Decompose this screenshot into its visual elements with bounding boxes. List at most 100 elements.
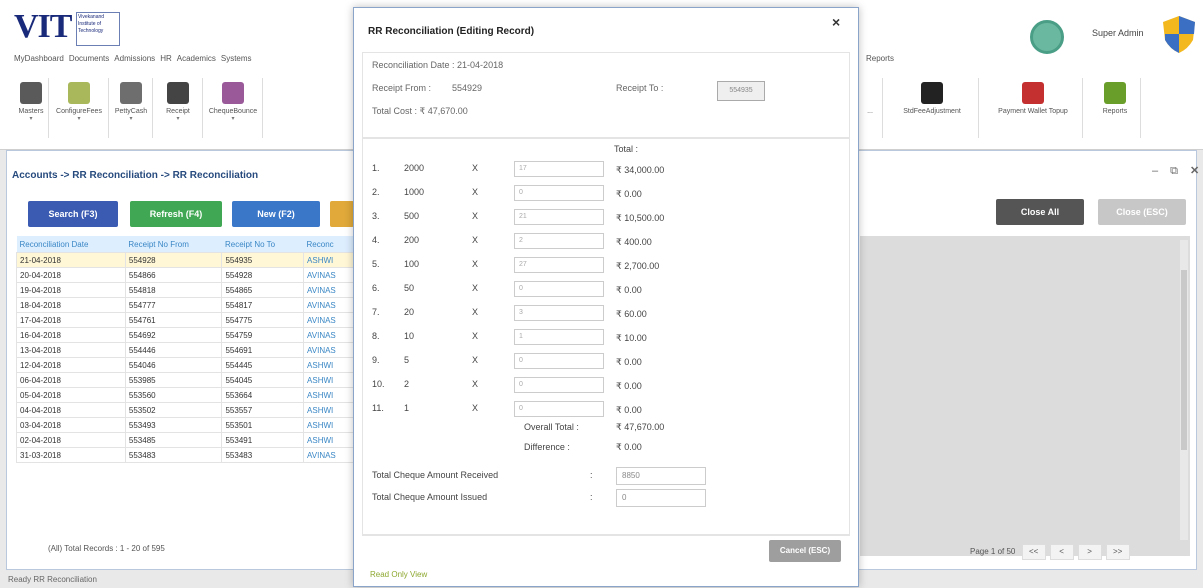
table-cell: AVINAS (303, 267, 356, 283)
ribbon-button[interactable]: ConfigureFees ▾ (50, 78, 109, 138)
close-esc-button[interactable]: Close (ESC) (1098, 199, 1186, 225)
table-row[interactable]: 12-04-2018 554046 554445 ASHWI (16, 357, 356, 373)
user-status-icon[interactable] (1030, 20, 1064, 54)
table-cell: 554759 (221, 327, 305, 343)
menu-item[interactable]: Admissions (114, 54, 155, 63)
first-page-button[interactable]: << (1021, 544, 1046, 560)
table-row[interactable]: 02-04-2018 553485 553491 ASHWI (16, 432, 356, 448)
last-page-button[interactable]: >> (1105, 544, 1130, 560)
cheque-received-label: Total Cheque Amount Received (372, 470, 499, 480)
menu-item-reports[interactable]: Reports (866, 54, 894, 63)
new-button[interactable]: New (F2) (232, 201, 320, 227)
table-cell: ASHWI (303, 402, 356, 418)
table-cell: AVINAS (303, 327, 356, 343)
quantity-field[interactable]: 1 (514, 329, 604, 345)
ribbon-button[interactable]: Payment Wallet Topup (984, 78, 1083, 138)
cheque-received-field[interactable]: 8850 (616, 467, 706, 485)
quantity-field[interactable]: 0 (514, 281, 604, 297)
ribbon-button[interactable]: ... (858, 78, 883, 138)
multiply-sign: X (472, 331, 479, 341)
receipt-from-value: 554929 (452, 83, 483, 93)
ribbon-label: ConfigureFees (56, 108, 102, 115)
search-button[interactable]: Search (F3) (28, 201, 118, 227)
table-cell: 554445 (221, 357, 305, 373)
window-controls: – ⧉ ✕ (1140, 164, 1199, 178)
table-cell: 19-04-2018 (16, 282, 126, 298)
receipt-to-field[interactable]: 554935 (717, 81, 765, 101)
denomination-index: 9. (372, 355, 380, 365)
quantity-field[interactable]: 0 (514, 185, 604, 201)
ribbon-label: Receipt (166, 108, 190, 115)
table-row[interactable]: 19-04-2018 554818 554865 AVINAS (16, 282, 356, 298)
column-header[interactable]: Reconc (303, 236, 356, 253)
masters-icon (20, 82, 42, 104)
menu-item[interactable]: Documents (69, 54, 109, 63)
menu-item[interactable]: MyDashboard (14, 54, 64, 63)
column-header[interactable]: Reconciliation Date (16, 236, 126, 253)
quantity-field[interactable]: 0 (514, 401, 604, 417)
minimize-icon[interactable]: – (1152, 165, 1158, 177)
cheque-issued-field[interactable]: 0 (616, 489, 706, 507)
menu-item[interactable]: HR (160, 54, 172, 63)
cancel-button[interactable]: Cancel (ESC) (769, 540, 841, 562)
read-only-view-link[interactable]: Read Only View (370, 570, 427, 579)
prev-page-button[interactable]: < (1049, 544, 1074, 560)
extra-button[interactable] (330, 201, 354, 227)
multiply-sign: X (472, 187, 479, 197)
receipt-to-label: Receipt To : (616, 83, 664, 93)
total-column-label: Total : (614, 144, 639, 154)
menu-item[interactable]: Academics (177, 54, 216, 63)
close-icon[interactable]: ✕ (1190, 165, 1199, 177)
close-icon[interactable]: × (832, 14, 840, 30)
column-header[interactable]: Receipt No From (125, 236, 222, 253)
refresh-button[interactable]: Refresh (F4) (130, 201, 222, 227)
quantity-field[interactable]: 0 (514, 377, 604, 393)
next-page-button[interactable]: > (1077, 544, 1102, 560)
close-all-button[interactable]: Close All (996, 199, 1084, 225)
table-row[interactable]: 05-04-2018 553560 553664 ASHWI (16, 387, 356, 403)
table-row[interactable]: 06-04-2018 553985 554045 ASHWI (16, 372, 356, 388)
ribbon-button[interactable]: StdFeeAdjustment (886, 78, 979, 138)
chevron-down-icon: ▾ (176, 116, 180, 122)
ribbon-button[interactable]: PettyCash ▾ (110, 78, 153, 138)
denomination-total: ₹ 10.00 (616, 333, 647, 343)
ribbon-button[interactable]: ChequeBounce ▾ (204, 78, 263, 138)
table-row[interactable]: 21-04-2018 554928 554935 ASHWI (16, 252, 356, 268)
menu-item[interactable]: Systems (221, 54, 252, 63)
quantity-field[interactable]: 2 (514, 233, 604, 249)
chevron-down-icon: ▾ (231, 116, 235, 122)
denomination-total: ₹ 10,500.00 (616, 213, 665, 223)
ribbon-label: Masters (18, 108, 44, 115)
table-row[interactable]: 31-03-2018 553483 553483 AVINAS (16, 447, 356, 463)
quantity-field[interactable]: 0 (514, 353, 604, 369)
table-row[interactable]: 20-04-2018 554866 554928 AVINAS (16, 267, 356, 283)
logo-text: VIT (14, 8, 72, 45)
column-header[interactable]: Receipt No To (221, 236, 304, 253)
table-row[interactable]: 03-04-2018 553493 553501 ASHWI (16, 417, 356, 433)
scrollbar-thumb[interactable] (1181, 270, 1187, 450)
quantity-field[interactable]: 21 (514, 209, 604, 225)
table-cell: AVINAS (303, 342, 356, 358)
overall-total-label: Overall Total : (524, 422, 579, 432)
ribbon-button[interactable]: Reports (1090, 78, 1141, 138)
cheque-issued-label: Total Cheque Amount Issued (372, 492, 488, 502)
quantity-field[interactable]: 17 (514, 161, 604, 177)
quantity-field[interactable]: 3 (514, 305, 604, 321)
table-row[interactable]: 17-04-2018 554761 554775 AVINAS (16, 312, 356, 328)
quantity-field[interactable]: 27 (514, 257, 604, 273)
table-cell: 554865 (221, 282, 305, 298)
table-row[interactable]: 13-04-2018 554446 554691 AVINAS (16, 342, 356, 358)
table-row[interactable]: 04-04-2018 553502 553557 ASHWI (16, 402, 356, 418)
table-cell: 553483 (221, 447, 305, 463)
table-cell: 17-04-2018 (16, 312, 126, 328)
table-row[interactable]: 18-04-2018 554777 554817 AVINAS (16, 297, 356, 313)
ribbon-button[interactable]: Receipt ▾ (154, 78, 203, 138)
rupee-icon (167, 82, 189, 104)
ribbon-label: PettyCash (114, 108, 148, 115)
restore-icon[interactable]: ⧉ (1170, 165, 1178, 177)
table-row[interactable]: 16-04-2018 554692 554759 AVINAS (16, 327, 356, 343)
ribbon-button[interactable]: Masters ▾ (14, 78, 49, 138)
user-name[interactable]: Super Admin (1092, 28, 1144, 38)
table-cell: 554928 (221, 267, 305, 283)
denomination-total: ₹ 0.00 (616, 357, 642, 367)
